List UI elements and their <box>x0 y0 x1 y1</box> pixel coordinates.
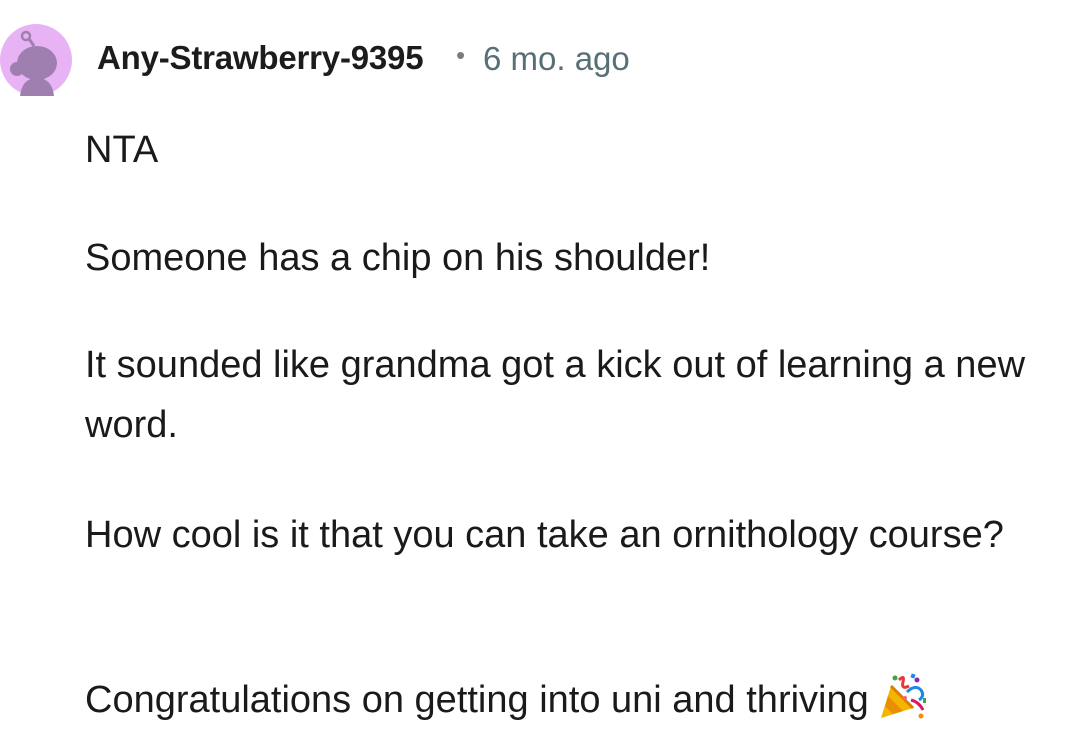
comment-paragraph: NTA <box>85 129 159 171</box>
comment-paragraph: How cool is it that you can take an orni… <box>85 514 1004 556</box>
comment-header: Any-Strawberry-9395 • 6 mo. ago <box>0 22 1080 98</box>
separator-dot: • <box>456 40 466 70</box>
username[interactable]: Any-Strawberry-9395 <box>97 39 424 77</box>
snoo-avatar-icon <box>0 24 72 96</box>
comment-paragraph-text: Congratulations on getting into uni and … <box>85 679 869 721</box>
timestamp[interactable]: 6 mo. ago <box>483 40 630 78</box>
comment-paragraph-last: Congratulations on getting into uni and … <box>85 670 1065 730</box>
user-avatar[interactable] <box>0 24 72 96</box>
comment-paragraph: It sounded like grandma got a kick out o… <box>85 344 1026 446</box>
comment-paragraph: Someone has a chip on his shoulder! <box>85 237 711 279</box>
party-popper-icon <box>877 672 927 722</box>
